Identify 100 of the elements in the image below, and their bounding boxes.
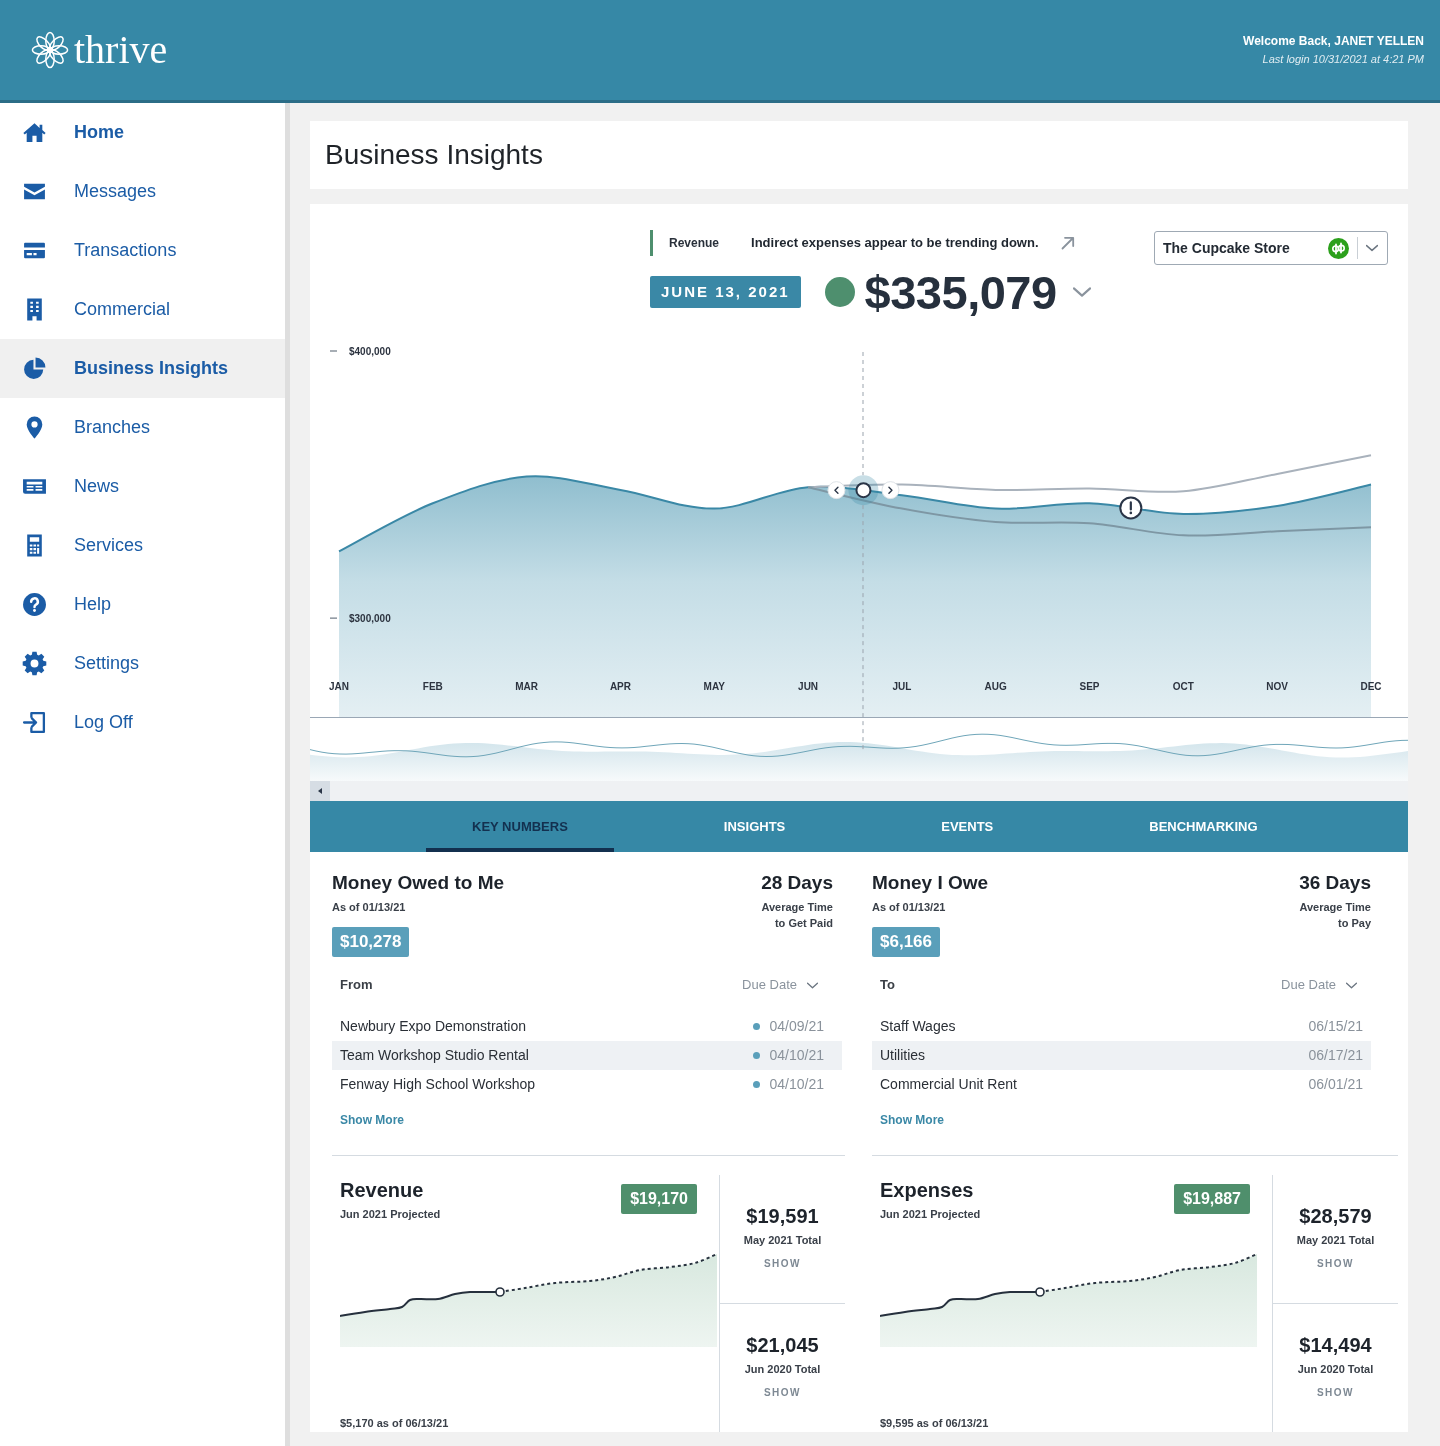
stat-value: $28,579 [1298,1204,1373,1228]
payee-name: Team Workshop Studio Rental [340,1046,529,1065]
list-row[interactable]: Fenway High School Workshop 04/10/21 [332,1070,842,1099]
due-date: 06/01/21 [1308,1075,1363,1094]
y-axis-label: $400,000 [329,345,391,357]
last-login-text: Last login 10/31/2021 at 4:21 PM [1261,52,1424,67]
status-dot-icon [752,1081,760,1088]
payee-name: Utilities [880,1046,926,1065]
store-select[interactable]: The Cupcake Store [1154,231,1388,265]
sidebar-item[interactable]: Business Insights [0,339,285,398]
help-icon [22,592,47,617]
arrow-into-box-icon [22,710,47,735]
y-axis-label: $300,000 [329,612,391,624]
alert-icon [1119,496,1143,520]
round-logo-icon [1328,237,1349,259]
stat-value: $19,591 [745,1204,820,1228]
projected-badge: $19,887 [1174,1184,1250,1214]
column-header: To [880,976,895,995]
diagonal-arrow-icon [1060,236,1075,250]
list-row[interactable]: Team Workshop Studio Rental 04/10/21 [332,1041,842,1070]
show-more-link[interactable]: Show More [880,1112,944,1128]
due-date: 06/17/21 [1308,1046,1363,1065]
list-row[interactable]: Newbury Expo Demonstration 04/09/21 [332,1012,842,1041]
sidebar-item[interactable]: Commercial [0,280,285,339]
stat-caption: May 2021 Total [1295,1233,1376,1247]
show-more-link[interactable]: Show More [340,1112,404,1128]
chevron-down-icon [1366,242,1378,254]
insight-message: Indirect expenses appear to be trending down. [751,234,1039,253]
accent-bar [650,230,653,256]
projected-badge: $19,170 [621,1184,697,1214]
sidebar-item[interactable]: Help [0,575,285,634]
card-title: Revenue [340,1178,425,1202]
days-value: 28 Days [760,871,833,895]
logo-text: thrive [74,30,168,70]
payee-name: Newbury Expo Demonstration [340,1017,526,1036]
days-value: 36 Days [1298,871,1371,895]
card-subtitle: Jun 2021 Projected [880,1207,981,1221]
payee-name: Fenway High School Workshop [340,1075,536,1094]
scrollbar[interactable] [310,781,1408,801]
flower-logo-icon [30,30,70,70]
page-title: Business Insights [325,138,543,172]
x-axis-label: JUN [798,681,819,692]
due-date: 04/09/21 [769,1017,824,1036]
status-dot-icon [752,1052,760,1059]
section-title: Money I Owe [872,871,989,895]
stat-caption: Jun 2020 Total [743,1362,822,1376]
x-axis-label: OCT [1172,681,1194,692]
as-of-date: As of 01/13/21 [872,900,947,914]
stat-value: $14,494 [1298,1333,1373,1357]
stat-value: $21,045 [745,1333,820,1357]
date-badge: JUNE 13, 2021 [650,276,801,308]
due-date: 04/10/21 [769,1046,824,1065]
scroll-left-button[interactable] [310,781,330,801]
stat-caption: May 2021 Total [742,1233,823,1247]
tab[interactable]: BENCHMARKING [1103,801,1304,852]
selected-point-marker [848,475,879,506]
amount-badge: $6,166 [872,927,940,957]
show-button[interactable]: SHOW [761,1257,804,1271]
sidebar-item[interactable]: Settings [0,634,285,693]
footnote: $5,170 as of 06/13/21 [340,1416,450,1431]
x-axis-label: JUL [892,681,912,692]
sidebar-item[interactable]: Branches [0,398,285,457]
tab[interactable]: INSIGHTS [677,801,832,852]
list-row[interactable]: Staff Wages 06/15/21 [872,1012,1371,1041]
sidebar-item[interactable]: Transactions [0,221,285,280]
due-date: 06/15/21 [1308,1017,1363,1036]
show-button[interactable]: SHOW [1314,1257,1357,1271]
revenue-value: $335,079 [864,268,1057,316]
show-button[interactable]: SHOW [761,1386,804,1400]
next-point-button[interactable] [881,481,900,500]
x-axis-label: SEP [1079,681,1100,692]
welcome-text: Welcome Back, JANET YELLEN [1243,33,1424,50]
sidebar-item[interactable]: News [0,457,285,516]
tab[interactable]: EVENTS [895,801,1040,852]
column-header: From [340,976,373,995]
x-axis-label: NOV [1266,681,1288,692]
sidebar-item[interactable]: Home [0,103,285,162]
footnote: $9,595 as of 06/13/21 [880,1416,990,1431]
sidebar-item[interactable]: Messages [0,162,285,221]
show-button[interactable]: SHOW [1314,1386,1357,1400]
sidebar-item[interactable]: Services [0,516,285,575]
as-of-date: As of 01/13/21 [332,900,407,914]
amount-badge: $10,278 [332,927,410,957]
left-triangle-icon [317,788,323,794]
days-caption: Average Time to Get Paid [760,900,833,931]
list-row[interactable]: Utilities 06/17/21 [872,1041,1371,1070]
y-tick-label: $300,000 [349,612,392,624]
status-dot-icon [824,277,855,307]
x-axis-label: DEC [1360,681,1382,692]
insight-label: Revenue [669,235,720,252]
status-dot-icon [752,1023,760,1030]
sidebar-item[interactable]: Log Off [0,693,285,752]
x-axis-label: JAN [329,681,349,692]
previous-point-button[interactable] [827,481,846,500]
list-row[interactable]: Commercial Unit Rent 06/01/21 [872,1070,1371,1099]
payee-name: Staff Wages [880,1017,956,1036]
settings-icon [22,651,47,676]
days-caption: Average Time to Pay [1298,900,1371,931]
x-axis-label: AUG [984,681,1007,692]
card-subtitle: Jun 2021 Projected [340,1207,441,1221]
